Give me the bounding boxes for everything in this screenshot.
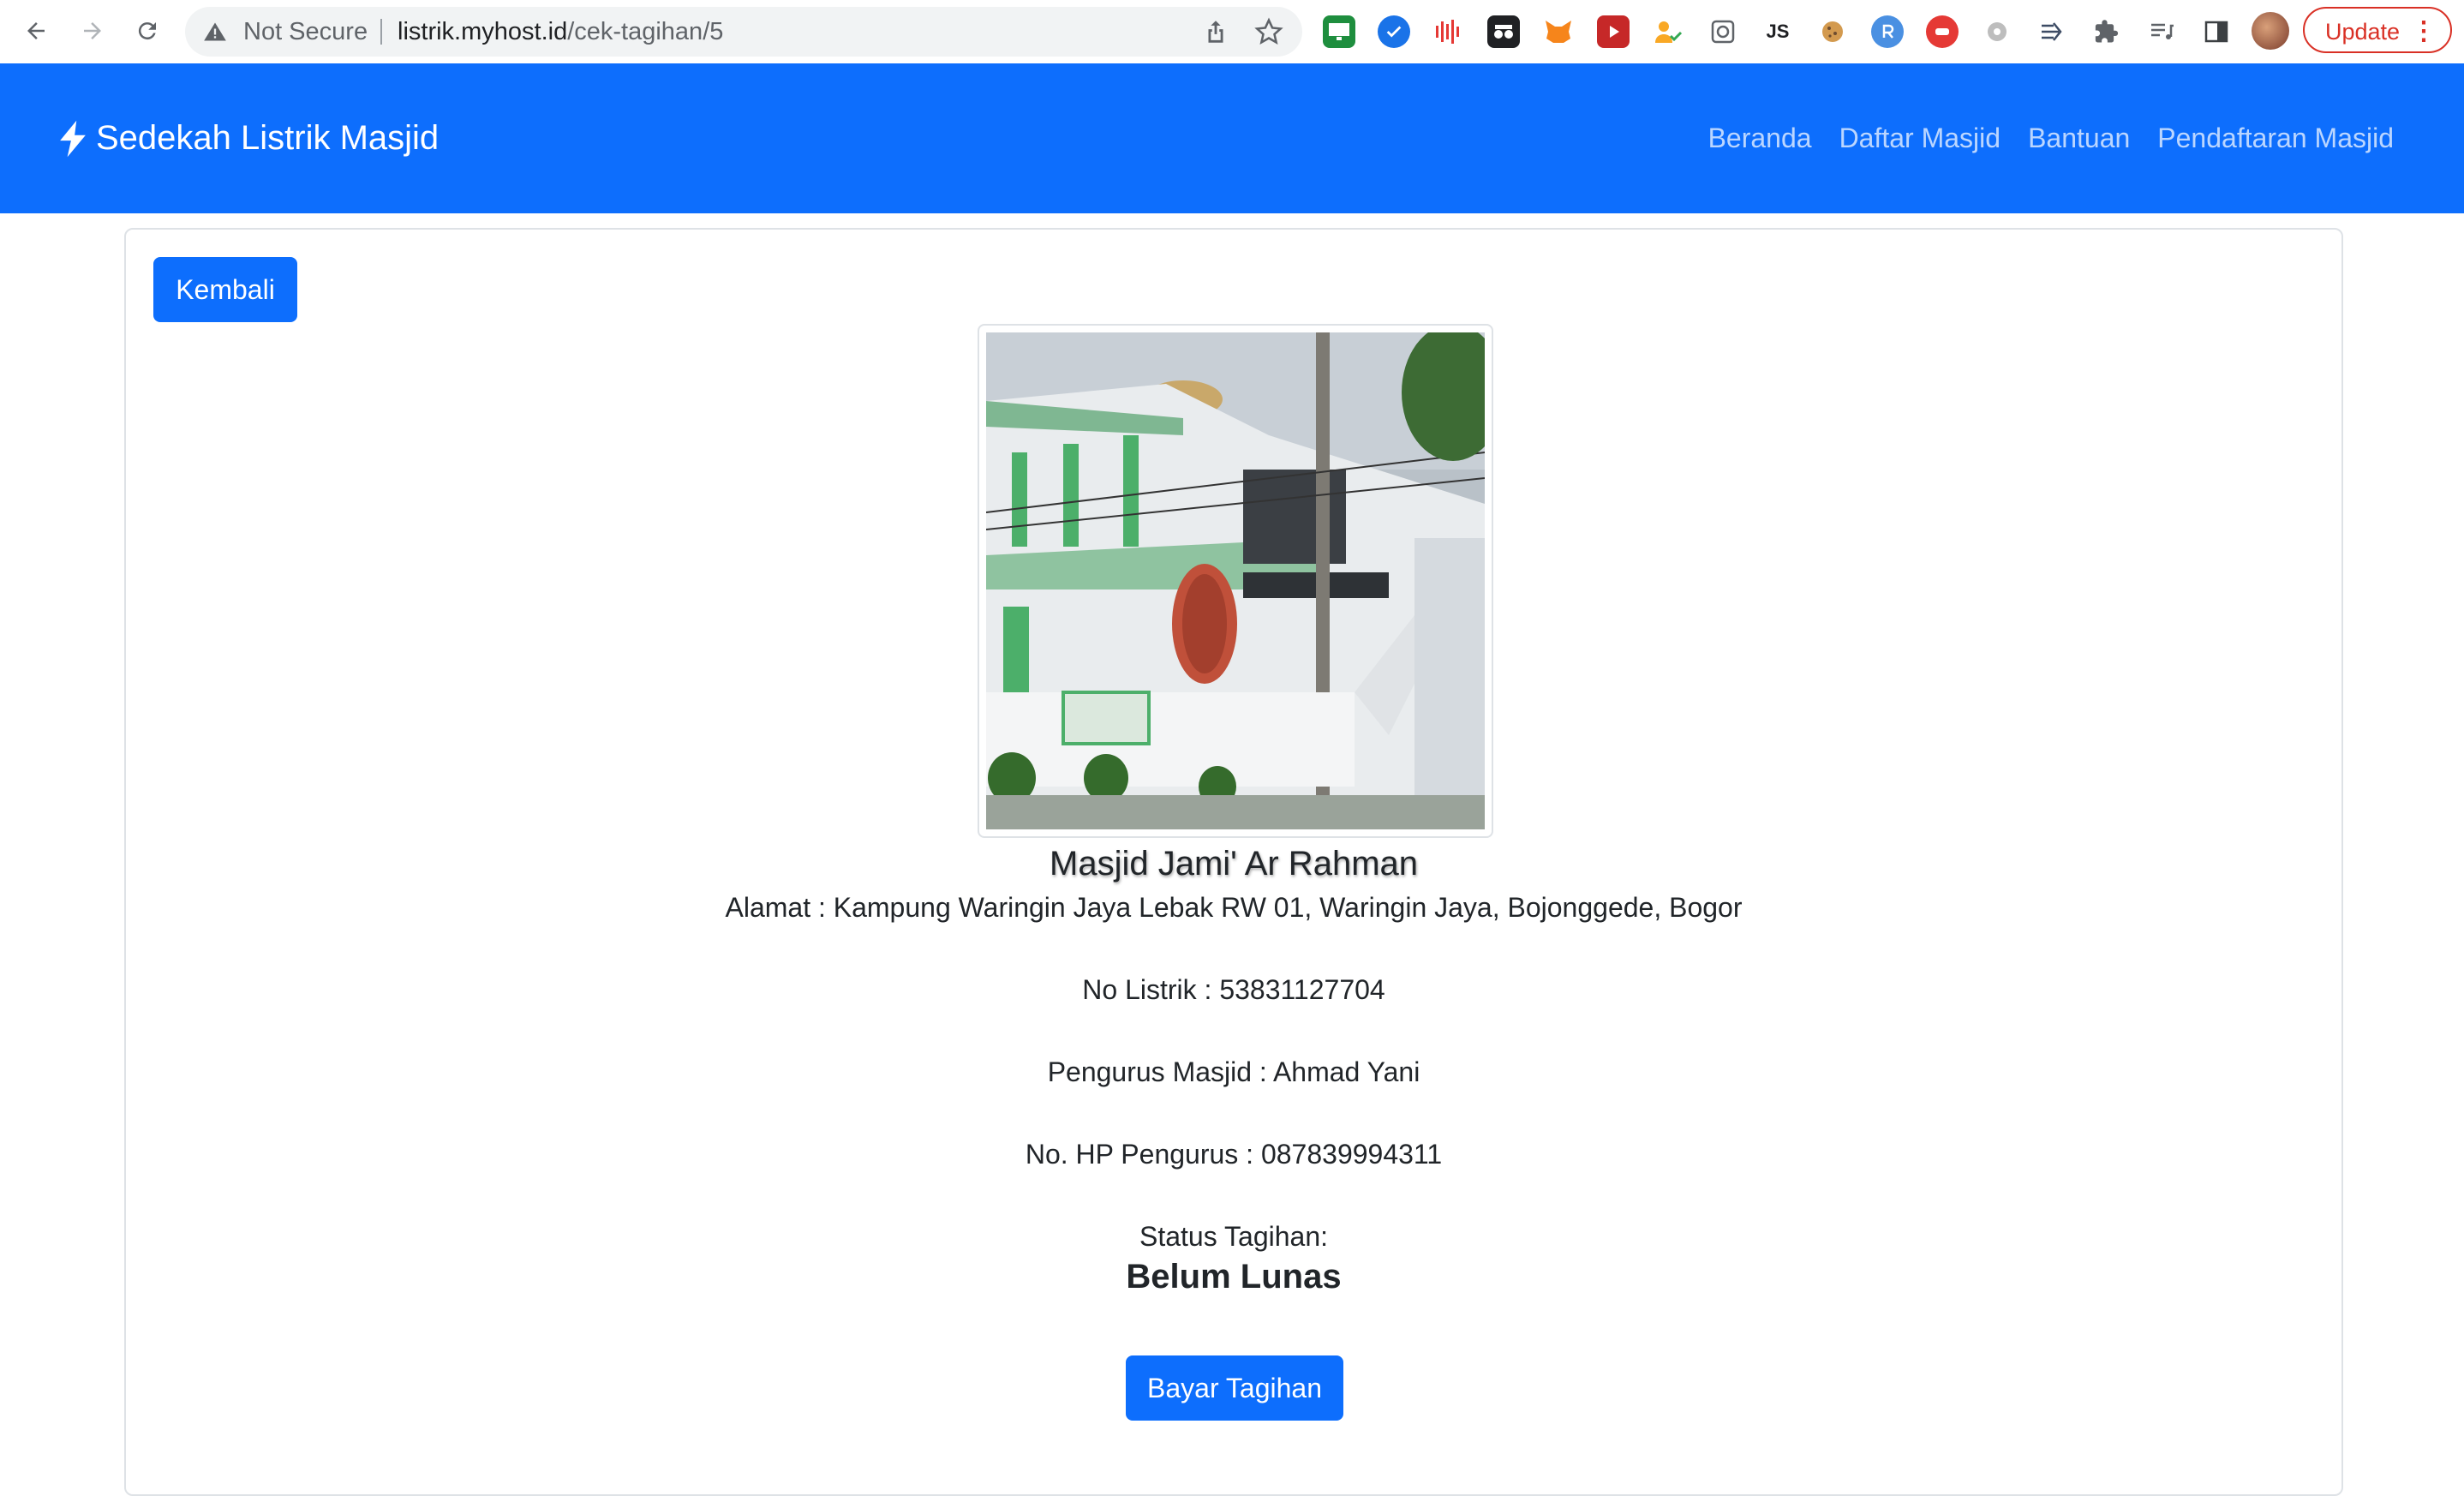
caretaker-phone: No. HP Pengurus : 087839994311 xyxy=(1025,1139,1443,1170)
js-extension-icon[interactable]: JS xyxy=(1761,15,1794,48)
nav-link-beranda[interactable]: Beranda xyxy=(1708,123,1812,154)
mosque-name: Masjid Jami' Ar Rahman xyxy=(1050,845,1418,883)
checkmark-extension-icon[interactable] xyxy=(1378,15,1410,48)
bill-status-label: Status Tagihan: xyxy=(1139,1221,1328,1252)
mosque-photo xyxy=(986,332,1485,829)
gear-grey-extension-icon[interactable] xyxy=(1981,15,2013,48)
side-panel-icon[interactable] xyxy=(2200,15,2233,48)
mosque-address: Alamat : Kampung Waringin Jaya Lebak RW … xyxy=(725,892,1743,923)
address-bar[interactable]: Not Secure listrik.myhost.id/cek-tagihan… xyxy=(185,7,1302,57)
caretaker-name: Pengurus Masjid : Ahmad Yani xyxy=(1047,1056,1420,1087)
mosque-detail-card: Kembali Masjid Jami' Ar Rahman Alamat: … xyxy=(124,228,2343,1496)
lightning-bolt-icon xyxy=(60,120,86,157)
nav-links: Beranda Daftar Masjid Bantuan Pendaftara… xyxy=(1681,63,2394,213)
share-icon[interactable] xyxy=(1201,17,1230,46)
url-host: listrik.myhost.id xyxy=(398,18,568,45)
url-path: /cek-tagihan/5 xyxy=(567,18,724,45)
bookmark-star-icon[interactable] xyxy=(1254,17,1283,46)
send-arrow-extension-icon[interactable] xyxy=(2036,15,2068,48)
incognito-extension-icon[interactable] xyxy=(1487,15,1520,48)
reload-icon[interactable] xyxy=(129,12,166,50)
back-arrow-icon[interactable] xyxy=(17,12,55,50)
play-extension-icon[interactable] xyxy=(1597,15,1630,48)
screenshot-extension-icon[interactable] xyxy=(1707,15,1739,48)
browser-toolbar: Not Secure listrik.myhost.id/cek-tagihan… xyxy=(0,0,2464,64)
puzzle-extensions-icon[interactable] xyxy=(2090,15,2123,48)
nav-link-daftar-masjid[interactable]: Daftar Masjid xyxy=(1839,123,2001,154)
pay-bill-button[interactable]: Bayar Tagihan xyxy=(1126,1355,1343,1421)
profile-avatar[interactable] xyxy=(2252,12,2289,50)
reading-list-icon[interactable] xyxy=(2145,15,2178,48)
fox-extension-icon[interactable] xyxy=(1542,15,1575,48)
meter-number: No Listrik : 53831127704 xyxy=(1082,974,1385,1005)
brand-link[interactable]: Sedekah Listrik Masjid xyxy=(58,63,439,213)
nav-link-bantuan[interactable]: Bantuan xyxy=(2028,123,2130,154)
security-label: Not Secure xyxy=(243,18,368,45)
omnibox-divider xyxy=(380,19,382,45)
cookie-extension-icon[interactable] xyxy=(1816,15,1849,48)
update-button[interactable]: Update ⋮ xyxy=(2303,7,2452,53)
update-label: Update xyxy=(2325,19,2401,45)
monitor-extension-icon[interactable] xyxy=(1323,15,1355,48)
url-text: listrik.myhost.id/cek-tagihan/5 xyxy=(398,7,723,57)
bill-status-value: Belum Lunas xyxy=(1126,1258,1342,1296)
back-button[interactable]: Kembali xyxy=(153,257,297,322)
user-check-extension-icon[interactable] xyxy=(1652,15,1684,48)
forward-arrow-icon[interactable] xyxy=(74,12,111,50)
nav-link-pendaftaran-masjid[interactable]: Pendaftaran Masjid xyxy=(2157,123,2394,154)
site-navbar: Sedekah Listrik Masjid Beranda Daftar Ma… xyxy=(0,63,2464,213)
red-code-extension-icon[interactable] xyxy=(1926,15,1959,48)
more-vert-icon: ⋮ xyxy=(2411,17,2437,45)
mosque-photo-frame xyxy=(978,324,1493,838)
warning-icon xyxy=(204,22,226,41)
brand-name: Sedekah Listrik Masjid xyxy=(96,119,440,157)
r-letter-extension-icon[interactable] xyxy=(1871,15,1904,48)
audio-bars-extension-icon[interactable] xyxy=(1432,15,1465,48)
